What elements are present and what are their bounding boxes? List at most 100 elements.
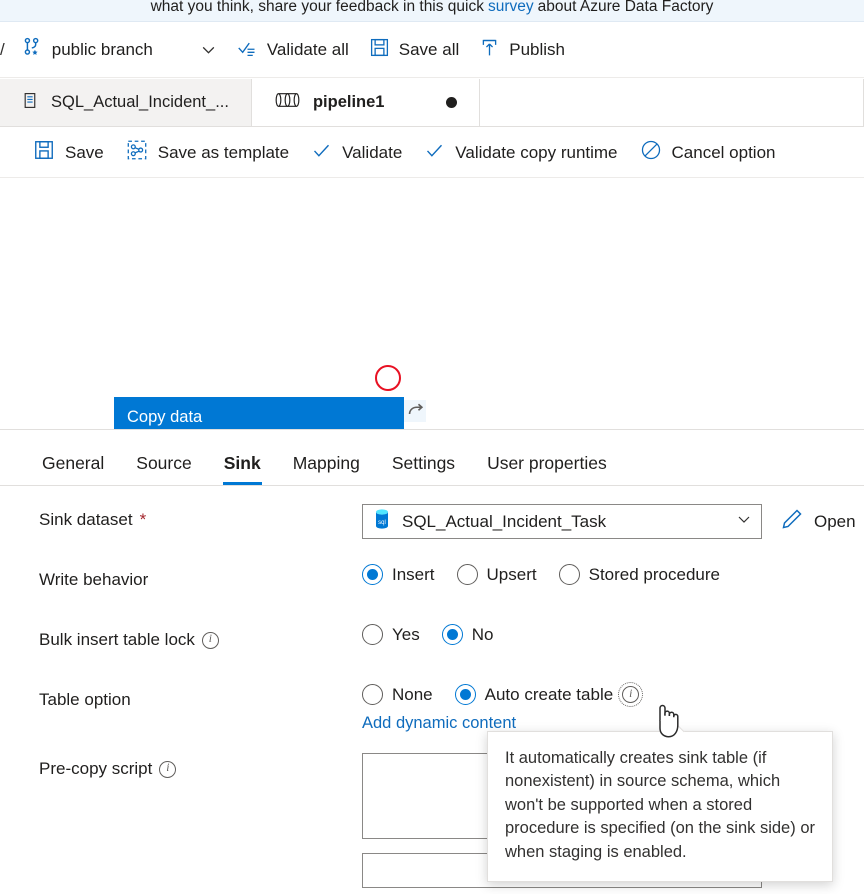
cancel-option-label: Cancel option [671, 142, 776, 162]
sink-dataset-label-text: Sink dataset [39, 510, 133, 529]
sql-dataset-icon: sql [372, 508, 392, 535]
save-all-label: Save all [398, 39, 460, 59]
svg-text:sql: sql [378, 520, 386, 526]
pre-copy-script-label-text: Pre-copy script [39, 759, 153, 778]
survey-banner: what you think, share your feedback in t… [0, 0, 864, 22]
cancel-option-button[interactable]: Cancel option [629, 133, 787, 172]
open-dataset-label: Open [814, 511, 856, 531]
tab-source[interactable]: Source [120, 453, 207, 485]
survey-link[interactable]: survey [488, 0, 534, 16]
info-icon[interactable]: i [159, 760, 177, 778]
tab-strip-filler [480, 79, 864, 126]
save-all-button[interactable]: Save all [359, 31, 469, 69]
publish-button[interactable]: Publish [469, 31, 575, 69]
activity-type-header: Copy data [116, 399, 402, 429]
on-skip-output-icon[interactable] [404, 400, 426, 422]
survey-banner-text-after: about Azure Data Factory [537, 0, 714, 15]
save-button[interactable]: Save [22, 133, 115, 172]
activity-type-label: Copy data [127, 407, 203, 426]
pipeline-icon [274, 91, 301, 114]
pipeline-action-toolbar: Save Save as template Validate Validate … [0, 128, 864, 178]
publish-label: Publish [509, 39, 566, 59]
tab-sql-actual-incident[interactable]: SQL_Actual_Incident_... [0, 79, 252, 126]
git-branch-name: public branch [51, 39, 153, 59]
write-behavior-upsert-label: Upsert [486, 564, 537, 584]
radio-dot [362, 624, 383, 645]
pencil-icon [780, 507, 804, 536]
tab-general[interactable]: General [26, 453, 120, 485]
dataset-icon [22, 92, 39, 114]
sink-dataset-dropdown[interactable]: sql SQL_Actual_Incident_Task [362, 504, 762, 539]
save-as-template-icon [126, 139, 148, 166]
chevron-down-icon [736, 511, 752, 532]
cancel-icon [640, 139, 662, 166]
tab-general-label: General [42, 453, 105, 473]
table-option-row: Table option None Auto create table i Ad… [0, 682, 864, 733]
table-option-none-radio[interactable]: None [362, 684, 433, 705]
table-option-none-label: None [392, 684, 433, 704]
write-behavior-stored-procedure-radio[interactable]: Stored procedure [558, 564, 720, 585]
tab-user-properties[interactable]: User properties [471, 453, 623, 485]
table-option-label: Table option [0, 684, 362, 710]
unsaved-changes-dot [446, 97, 458, 108]
tab-pipeline1[interactable]: pipeline1 [251, 79, 481, 126]
bulk-insert-table-lock-label: Bulk insert table lock i [0, 624, 362, 650]
table-option-label-text: Table option [39, 690, 131, 709]
write-behavior-stored-procedure-label: Stored procedure [588, 564, 720, 584]
validate-all-label: Validate all [266, 39, 349, 59]
radio-dot [454, 684, 476, 705]
write-behavior-row: Write behavior Insert Upsert Stored proc… [0, 564, 864, 604]
bulk-insert-no-radio[interactable]: No [441, 624, 494, 645]
validate-all-icon [237, 37, 258, 63]
copy-data-activity-node[interactable]: Copy data Copy to SQL [114, 397, 404, 429]
radio-dot [362, 684, 383, 705]
breadcrumb-separator: / [0, 39, 5, 59]
write-behavior-label-text: Write behavior [39, 570, 149, 589]
bulk-insert-no-label: No [471, 624, 494, 644]
save-label: Save [65, 142, 104, 162]
radio-dot [558, 564, 580, 585]
validate-copy-runtime-label: Validate copy runtime [455, 142, 618, 162]
table-option-auto-create-label: Auto create table [484, 684, 614, 704]
table-option-auto-create-radio[interactable]: Auto create table [454, 684, 614, 705]
write-behavior-label: Write behavior [0, 564, 362, 590]
save-as-template-button[interactable]: Save as template [115, 133, 300, 172]
annotation-circle [375, 365, 401, 391]
bulk-insert-table-lock-label-text: Bulk insert table lock [39, 630, 195, 649]
property-tabs: General Source Sink Mapping Settings Use… [0, 431, 864, 486]
git-branch-selector[interactable]: public branch [11, 30, 227, 69]
check-icon [424, 140, 445, 166]
write-behavior-insert-radio[interactable]: Insert [362, 564, 435, 585]
write-behavior-upsert-radio[interactable]: Upsert [456, 564, 537, 585]
tab-settings[interactable]: Settings [376, 453, 471, 485]
git-branch-icon [21, 36, 43, 63]
info-icon[interactable]: i [201, 631, 219, 649]
save-icon [33, 139, 55, 166]
radio-dot [441, 624, 463, 645]
tab-settings-label: Settings [391, 453, 456, 473]
bulk-insert-table-lock-row: Bulk insert table lock i Yes No [0, 624, 864, 664]
tab-mapping-label: Mapping [292, 453, 360, 473]
open-dataset-button[interactable]: Open [780, 507, 856, 536]
tab-source-label: Source [136, 453, 192, 473]
chevron-down-icon [200, 41, 217, 58]
publish-icon [479, 37, 500, 63]
info-icon[interactable]: i [618, 682, 644, 707]
bulk-insert-yes-label: Yes [392, 624, 420, 644]
bulk-insert-yes-radio[interactable]: Yes [362, 624, 420, 645]
sink-dataset-label: Sink dataset * [0, 504, 362, 530]
tab-sink[interactable]: Sink [208, 453, 277, 485]
pipeline-canvas[interactable]: Copy data Copy to SQL [0, 178, 864, 430]
top-command-bar: / public branch Validate all Save all Pu… [0, 22, 864, 78]
activity-output-connectors [404, 400, 426, 429]
radio-dot [456, 564, 478, 585]
validate-label: Validate [342, 142, 403, 162]
validate-all-button[interactable]: Validate all [227, 31, 359, 69]
validate-button[interactable]: Validate [300, 134, 413, 172]
radio-dot [362, 564, 383, 585]
sink-dataset-value: SQL_Actual_Incident_Task [402, 511, 607, 531]
check-icon [311, 140, 332, 166]
survey-banner-text-before: what you think, share your feedback in t… [150, 0, 484, 15]
validate-copy-runtime-button[interactable]: Validate copy runtime [413, 134, 628, 172]
tab-mapping[interactable]: Mapping [277, 453, 376, 485]
